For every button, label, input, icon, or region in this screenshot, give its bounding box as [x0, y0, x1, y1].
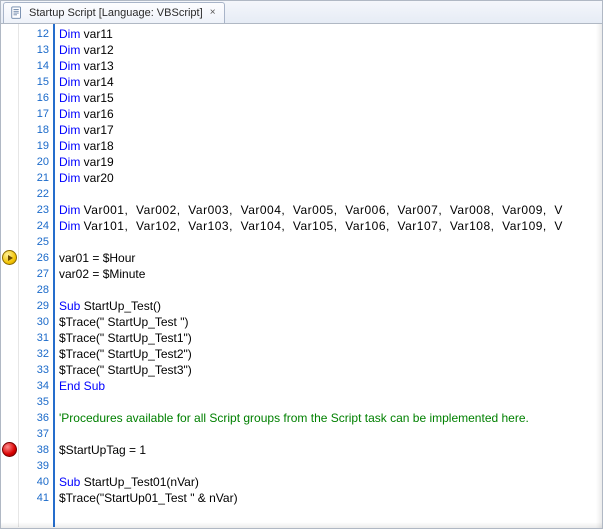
code-line[interactable]: Dim var13	[59, 58, 602, 74]
code-line[interactable]	[59, 458, 602, 474]
line-number: 41	[19, 490, 53, 506]
code-line[interactable]: Dim var18	[59, 138, 602, 154]
line-number: 40	[19, 474, 53, 490]
code-line[interactable]: Sub StartUp_Test()	[59, 298, 602, 314]
code-line[interactable]: var01 = $Hour	[59, 250, 602, 266]
line-number: 16	[19, 90, 53, 106]
code-line[interactable]: Dim var12	[59, 42, 602, 58]
code-line[interactable]: Dim var16	[59, 106, 602, 122]
line-number: 38	[19, 442, 53, 458]
line-number: 24	[19, 218, 53, 234]
line-number: 23	[19, 202, 53, 218]
code-line[interactable]	[59, 394, 602, 410]
line-number: 13	[19, 42, 53, 58]
line-number: 29	[19, 298, 53, 314]
tab-startup-script[interactable]: Startup Script [Language: VBScript] ×	[3, 2, 225, 23]
line-number: 37	[19, 426, 53, 442]
document-icon	[10, 6, 24, 20]
line-number: 32	[19, 346, 53, 362]
code-line[interactable]: Sub StartUp_Test01(nVar)	[59, 474, 602, 490]
exec-pointer-marker[interactable]	[2, 250, 17, 265]
line-number: 36	[19, 410, 53, 426]
line-number: 30	[19, 314, 53, 330]
code-line[interactable]: Dim var19	[59, 154, 602, 170]
line-number: 19	[19, 138, 53, 154]
code-line[interactable]: $Trace(" StartUp_Test1")	[59, 330, 602, 346]
close-icon[interactable]: ×	[208, 8, 218, 18]
code-line[interactable]: Dim var17	[59, 122, 602, 138]
line-number: 14	[19, 58, 53, 74]
tab-title: Startup Script [Language: VBScript]	[29, 7, 203, 19]
code-line[interactable]: $StartUpTag = 1	[59, 442, 602, 458]
line-number: 25	[19, 234, 53, 250]
code-area[interactable]: Dim var11Dim var12Dim var13Dim var14Dim …	[55, 24, 602, 527]
code-line[interactable]	[59, 426, 602, 442]
line-number: 34	[19, 378, 53, 394]
line-number: 15	[19, 74, 53, 90]
code-line[interactable]	[59, 234, 602, 250]
code-line[interactable]: var02 = $Minute	[59, 266, 602, 282]
code-line[interactable]: $Trace(" StartUp_Test2")	[59, 346, 602, 362]
line-number: 20	[19, 154, 53, 170]
code-line[interactable]: Dim var15	[59, 90, 602, 106]
breakpoint-marker[interactable]	[2, 442, 17, 457]
code-line[interactable]: End Sub	[59, 378, 602, 394]
line-number: 18	[19, 122, 53, 138]
code-line[interactable]: Dim Var001, Var002, Var003, Var004, Var0…	[59, 202, 602, 218]
code-line[interactable]	[59, 282, 602, 298]
line-number: 22	[19, 186, 53, 202]
marker-margin[interactable]	[1, 24, 19, 527]
line-number: 21	[19, 170, 53, 186]
line-number: 33	[19, 362, 53, 378]
line-number: 27	[19, 266, 53, 282]
line-number: 26	[19, 250, 53, 266]
code-editor[interactable]: 1213141516171819202122232425262728293031…	[1, 24, 602, 527]
line-number: 31	[19, 330, 53, 346]
code-line[interactable]: Dim var20	[59, 170, 602, 186]
code-line[interactable]: $Trace(" StartUp_Test ")	[59, 314, 602, 330]
code-line[interactable]: Dim Var101, Var102, Var103, Var104, Var1…	[59, 218, 602, 234]
code-line[interactable]: $Trace(" StartUp_Test3")	[59, 362, 602, 378]
tab-bar: Startup Script [Language: VBScript] ×	[1, 1, 602, 24]
line-number: 39	[19, 458, 53, 474]
code-line[interactable]: $Trace("StartUp01_Test " & nVar)	[59, 490, 602, 506]
code-line[interactable]: 'Procedures available for all Script gro…	[59, 410, 602, 426]
code-line[interactable]: Dim var14	[59, 74, 602, 90]
code-line[interactable]	[59, 186, 602, 202]
line-number: 17	[19, 106, 53, 122]
line-number: 28	[19, 282, 53, 298]
code-line[interactable]: Dim var11	[59, 26, 602, 42]
line-number: 12	[19, 26, 53, 42]
line-number-gutter: 1213141516171819202122232425262728293031…	[19, 24, 55, 527]
line-number: 35	[19, 394, 53, 410]
